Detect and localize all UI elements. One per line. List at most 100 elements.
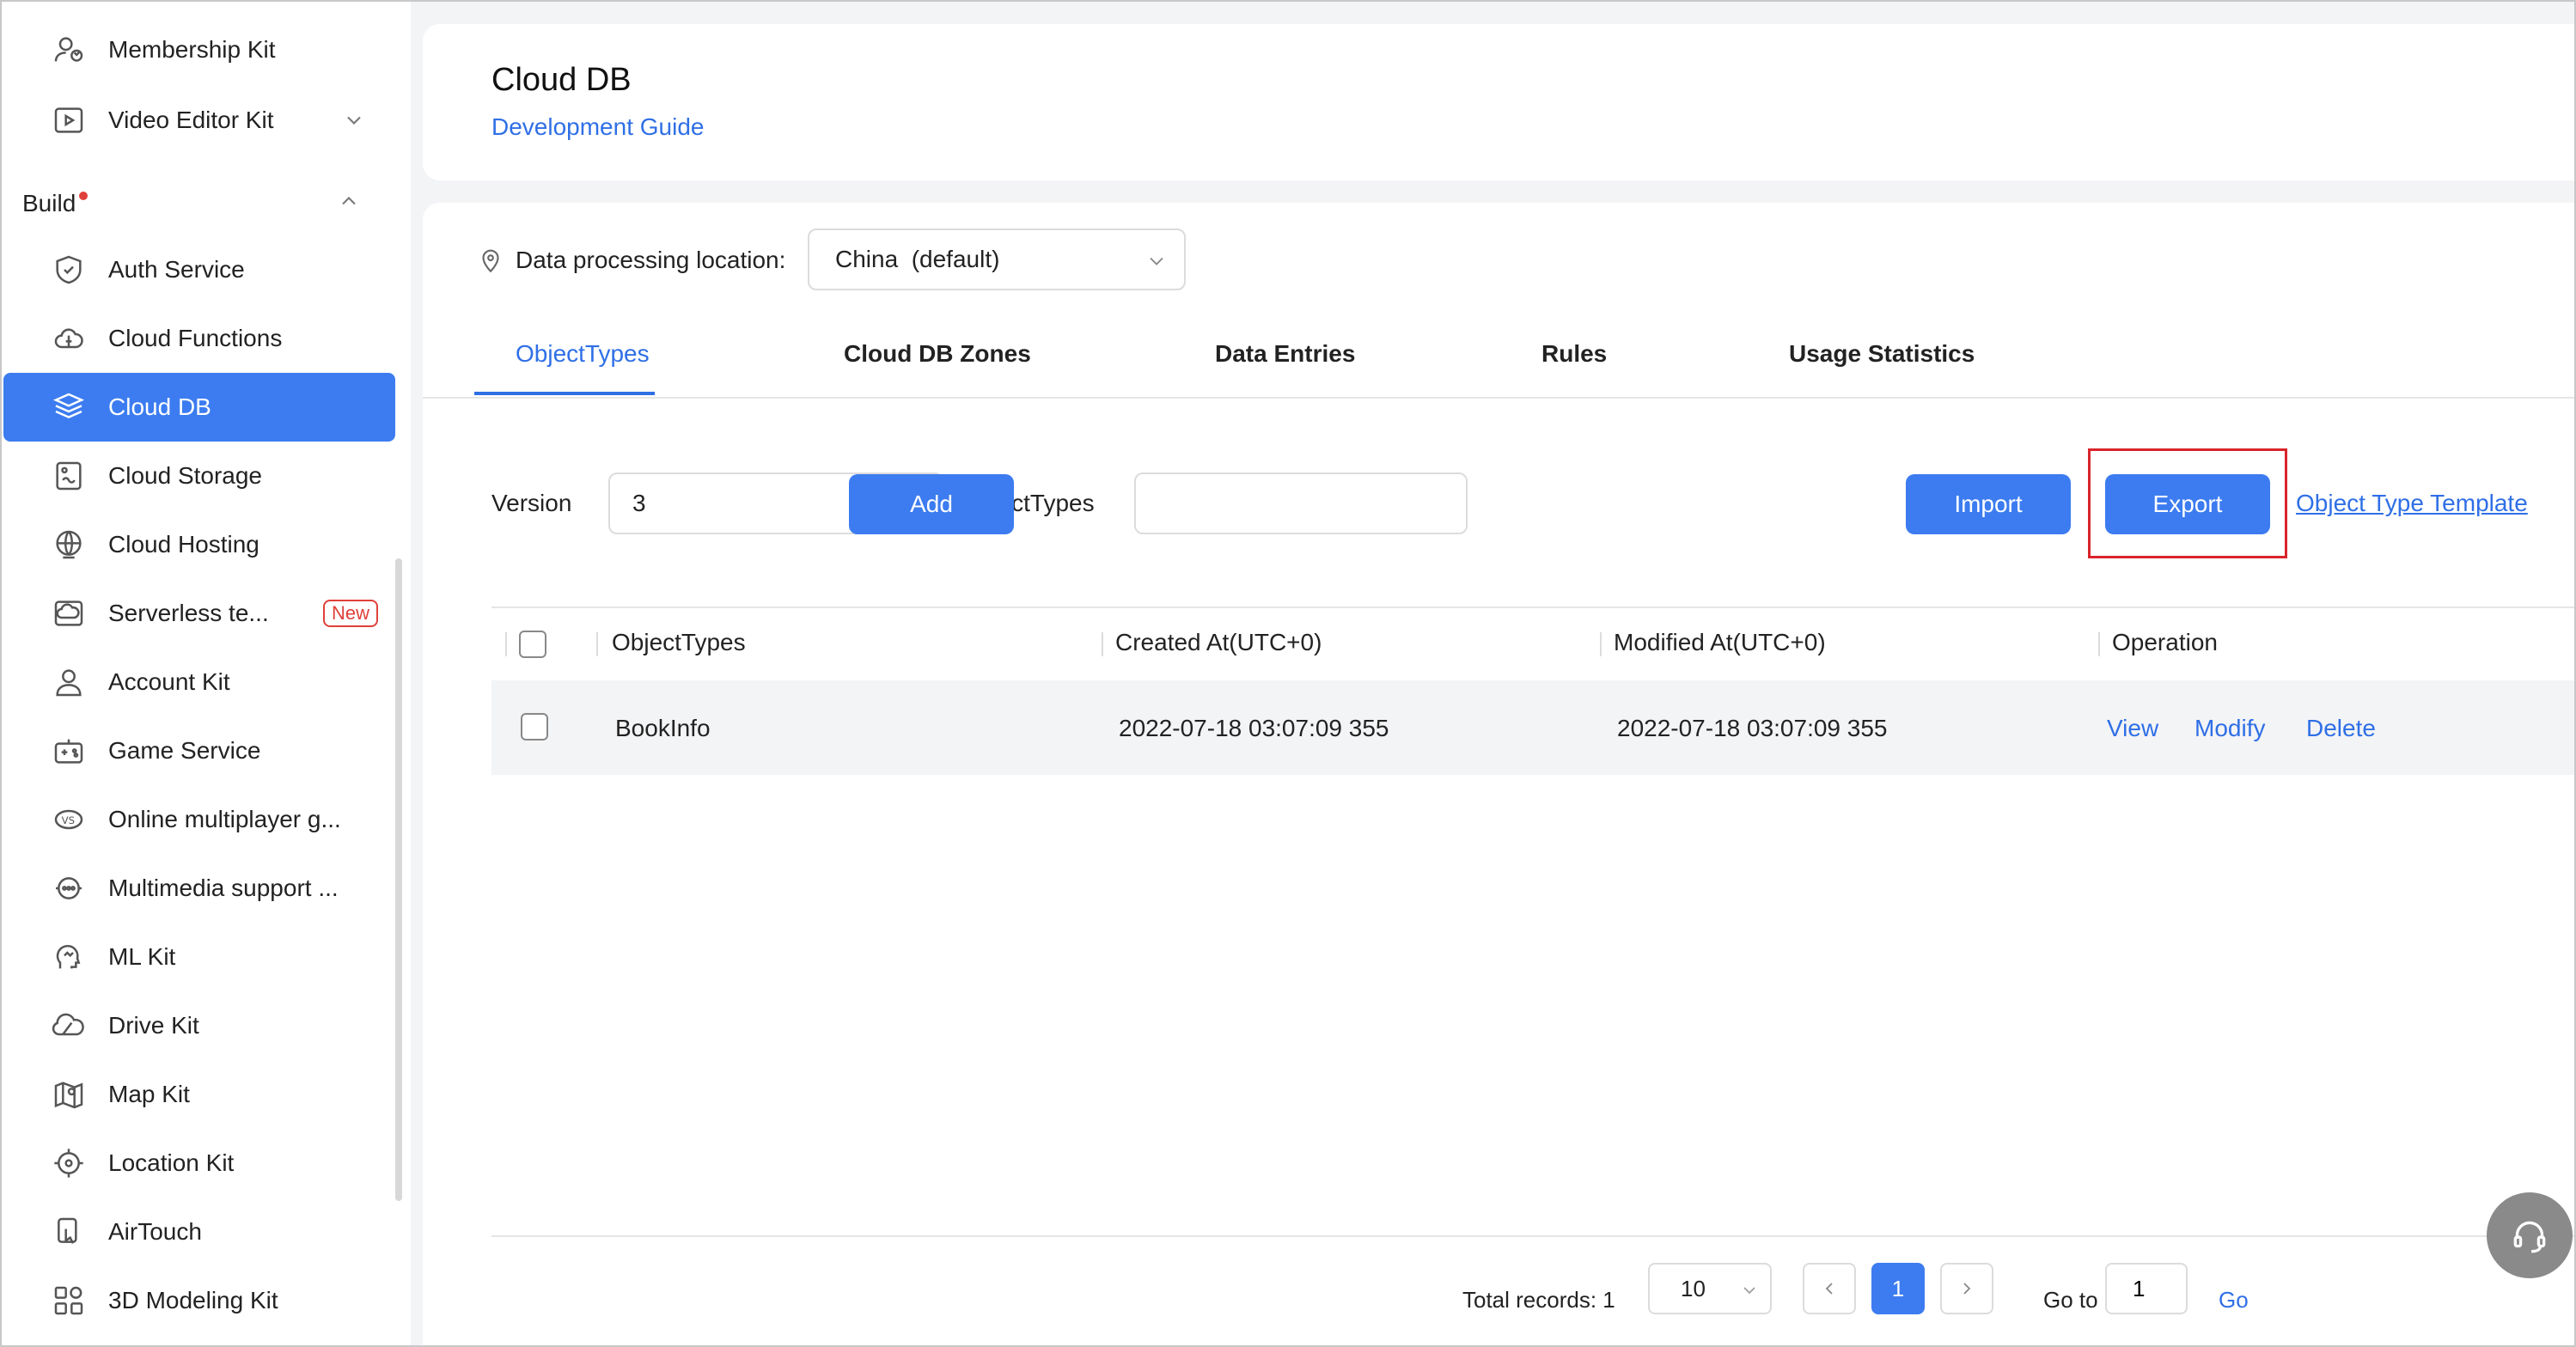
select-all-checkbox[interactable] [519,631,546,658]
map-icon [52,1077,86,1112]
app-window: Membership Kit Video Editor Kit Build Au… [0,0,2576,1347]
sidebar-item-cloud-hosting[interactable]: Cloud Hosting [3,510,395,579]
svg-text:VS: VS [62,814,75,826]
go-button[interactable]: Go [2219,1287,2249,1313]
import-button[interactable]: Import [1906,474,2071,534]
column-divider [596,632,598,656]
development-guide-link[interactable]: Development Guide [491,113,704,141]
object-type-template-link[interactable]: Object Type Template [2296,490,2528,517]
version-label: Version [491,490,572,516]
sidebar-item-label: Game Service [108,737,261,764]
table-header: ObjectTypes Created At(UTC+0) Modified A… [491,606,2574,680]
sidebar-item-label: Auth Service [108,256,245,283]
sidebar-item-label: Account Kit [108,668,230,695]
chevron-down-icon [1145,249,1169,273]
column-divider [1102,632,1103,656]
page-1-button[interactable]: 1 [1871,1263,1925,1314]
total-records: Total records: 1 [1462,1287,1615,1313]
row-checkbox[interactable] [521,713,548,741]
active-tab-indicator [474,392,655,395]
sidebar-item-airtouch[interactable]: AirTouch [3,1198,395,1266]
next-page-button[interactable] [1940,1263,1993,1314]
modeling-icon [52,1283,86,1318]
tab-data-entries[interactable]: Data Entries [1215,340,1355,368]
column-header-modified: Modified At(UTC+0) [1614,629,1826,655]
gamepad-icon [52,734,86,768]
drive-icon [52,1009,86,1043]
tab-cloud-db-zones[interactable]: Cloud DB Zones [844,340,1031,368]
sidebar-item-cloud-functions[interactable]: Cloud Functions [3,304,395,373]
sidebar-item-label: 3D Modeling Kit [108,1287,278,1313]
column-header-created: Created At(UTC+0) [1115,629,1322,655]
table-row: BookInfo 2022-07-18 03:07:09 355 2022-07… [491,680,2574,775]
sidebar-item-ml-kit[interactable]: ML Kit [3,923,395,991]
database-icon [52,390,86,424]
column-divider [1600,632,1602,656]
header-card: Cloud DB Development Guide [423,24,2574,180]
new-badge: New [322,600,378,627]
membership-icon [52,33,86,67]
multimedia-icon [52,871,86,905]
notification-dot [79,192,89,200]
delete-link[interactable]: Delete [2306,715,2376,742]
sidebar-item-video-editor-kit[interactable]: Video Editor Kit [3,86,395,155]
customer-service-button[interactable] [2487,1192,2573,1278]
sidebar-item-label: Location Kit [108,1149,235,1176]
chevron-right-icon [1963,1283,1971,1295]
sidebar-item-label: Serverless te... [108,600,269,626]
sidebar-scrollbar[interactable] [395,558,402,1201]
sidebar-item-location-kit[interactable]: Location Kit [3,1129,395,1198]
tab-objecttypes[interactable]: ObjectTypes [516,340,650,368]
sidebar-item-serverless[interactable]: Serverless te... New [3,579,395,648]
tab-bar: ObjectTypes Cloud DB Zones Data Entries … [423,330,2574,399]
page-size-select[interactable]: 10 [1648,1263,1772,1314]
chevron-left-icon [1825,1283,1833,1295]
sidebar-item-label: Cloud Functions [108,325,283,351]
tab-usage-statistics[interactable]: Usage Statistics [1789,340,1975,368]
main-card: Data processing location: China (default… [423,203,2574,1345]
column-header-operation: Operation [2112,629,2218,655]
pagination-divider [491,1235,2574,1237]
chevron-up-icon[interactable] [337,189,361,213]
sidebar-item-cloud-db[interactable]: Cloud DB [3,373,395,442]
sidebar-item-drive-kit[interactable]: Drive Kit [3,991,395,1060]
sidebar-item-account-kit[interactable]: Account Kit [3,648,395,716]
column-divider [2098,632,2100,656]
add-button[interactable]: Add [849,474,1014,534]
sidebar-item-online-multiplayer[interactable]: VS Online multiplayer g... [3,785,395,854]
serverless-icon [52,596,86,631]
build-section-header[interactable]: Build [22,182,89,225]
sidebar-item-label: Cloud Hosting [108,531,259,558]
chevron-down-icon[interactable] [342,108,366,132]
goto-page-input[interactable] [2105,1263,2188,1314]
user-icon [52,665,86,699]
sidebar-item-label: Drive Kit [108,1012,199,1039]
column-header-objecttypes: ObjectTypes [612,629,746,655]
modify-link[interactable]: Modify [2194,715,2265,742]
sidebar-item-label: Cloud Storage [108,462,263,489]
previous-page-button[interactable] [1803,1263,1856,1314]
sidebar-item-auth-service[interactable]: Auth Service [3,235,395,304]
goto-label: Go to [2043,1287,2098,1313]
created-at: 2022-07-18 03:07:09 355 [1119,715,1389,741]
sidebar-item-label: Online multiplayer g... [108,806,341,832]
sidebar-item-map-kit[interactable]: Map Kit [3,1060,395,1129]
airtouch-icon [52,1215,86,1249]
build-label: Build [22,190,76,216]
ml-icon [52,940,86,974]
sidebar-item-3d-modeling-kit[interactable]: 3D Modeling Kit [3,1266,395,1335]
data-location-select[interactable]: China (default) [808,229,1186,290]
page-size-value: 10 [1681,1275,1706,1301]
headset-icon [2513,1221,2546,1253]
objecttypes-search-input[interactable] [1134,472,1468,534]
modified-at: 2022-07-18 03:07:09 355 [1617,715,1888,741]
tab-rules[interactable]: Rules [1541,340,1607,368]
sidebar-item-multimedia-support[interactable]: Multimedia support ... [3,854,395,923]
sidebar-item-label: Membership Kit [108,36,276,63]
export-highlight-box [2088,448,2287,558]
sidebar-item-cloud-storage[interactable]: Cloud Storage [3,442,395,510]
sidebar-item-game-service[interactable]: Game Service [3,716,395,785]
version-value: 3 [632,490,646,516]
view-link[interactable]: View [2107,715,2158,742]
sidebar-item-membership-kit[interactable]: Membership Kit [3,15,395,84]
